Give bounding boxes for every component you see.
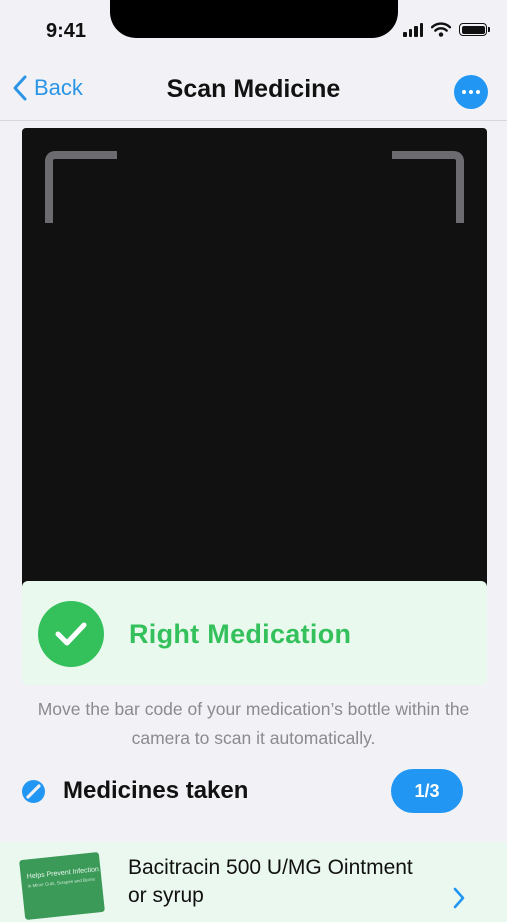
wifi-icon [431, 22, 451, 37]
status-bar: 9:41 [0, 0, 507, 60]
scan-result-banner: Right Medication [22, 581, 487, 685]
medicines-taken-count[interactable]: 1/3 [391, 769, 463, 813]
status-time: 9:41 [46, 20, 87, 42]
medication-package-image: Helps Prevent Infection in Minor Cuts, S… [19, 851, 105, 921]
scan-frame-corner-top-left [45, 151, 117, 223]
cellular-signal-icon [403, 22, 423, 37]
medication-card[interactable]: Helps Prevent Infection in Minor Cuts, S… [0, 842, 507, 922]
battery-icon [459, 23, 490, 36]
medication-name: Bacitracin 500 U/MG Ointment or syrup [128, 856, 413, 907]
device-notch [110, 0, 398, 38]
medicines-taken-row: Medicines taken 1/3 [0, 765, 507, 817]
pill-icon [22, 780, 45, 803]
checkmark-circle-icon [38, 601, 104, 667]
status-icons [403, 22, 490, 37]
camera-viewfinder [22, 128, 487, 598]
more-dots-icon [462, 90, 466, 94]
medicines-taken-label: Medicines taken [63, 777, 249, 804]
navigation-bar: Back Scan Medicine [0, 60, 507, 120]
scan-instruction: Move the bar code of your medication’s b… [37, 699, 470, 748]
nav-divider [0, 120, 507, 121]
scan-frame-corner-top-right [392, 151, 464, 223]
chevron-right-icon [453, 887, 465, 909]
page-title: Scan Medicine [166, 75, 341, 103]
scan-result-text: Right Medication [129, 619, 352, 649]
more-options-button[interactable] [454, 75, 488, 109]
